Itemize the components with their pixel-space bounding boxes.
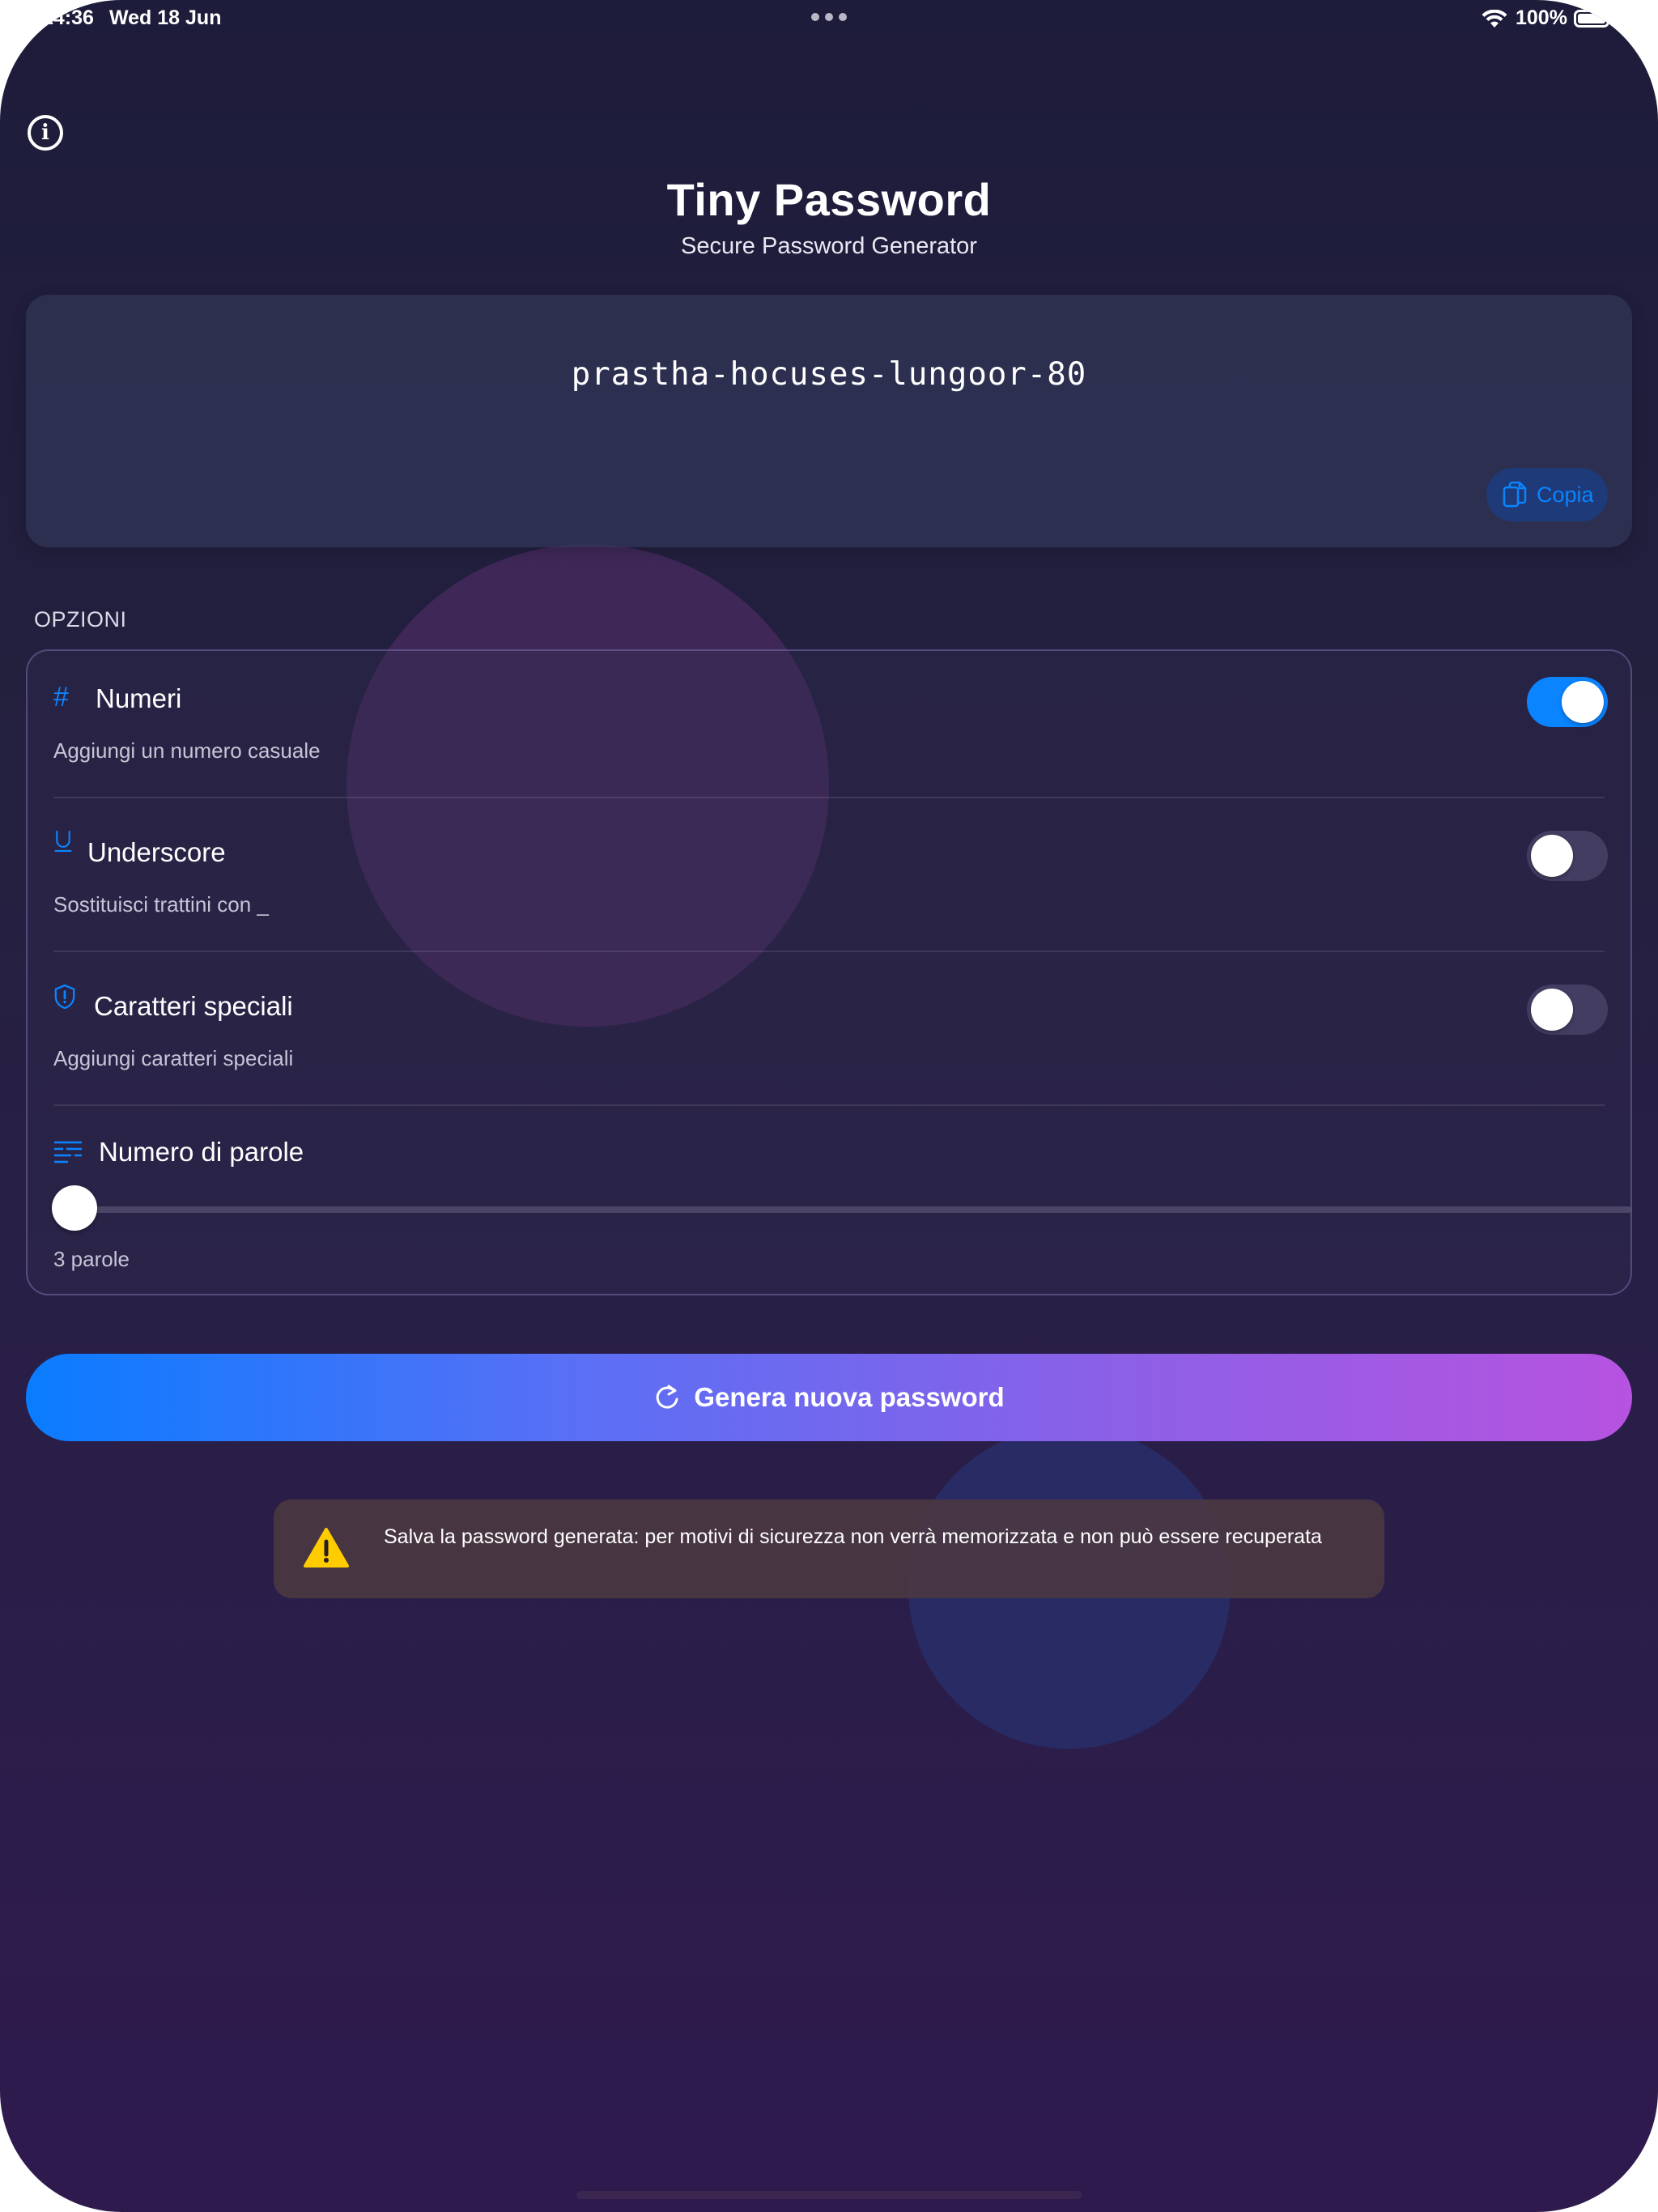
refresh-icon (657, 1385, 678, 1409)
special-chars-toggle[interactable] (1527, 985, 1608, 1035)
wifi-icon (1482, 10, 1507, 28)
home-indicator[interactable] (576, 2191, 1082, 2199)
status-date: Wed 18 Jun (109, 6, 222, 29)
password-card: prastha-hocuses-lungoor-80 Copia (26, 295, 1632, 547)
generated-password[interactable]: prastha-hocuses-lungoor-80 (26, 356, 1632, 393)
numbers-toggle[interactable] (1527, 677, 1608, 727)
warning-triangle-icon (304, 1528, 349, 1568)
hash-icon: # (53, 682, 69, 713)
copy-button[interactable]: Copia (1486, 468, 1608, 521)
toggle-knob (1531, 989, 1573, 1031)
generate-password-button[interactable]: Genera nuova password (26, 1354, 1632, 1441)
option-row-special-chars: Caratteri speciali Aggiungi caratteri sp… (28, 959, 1630, 1112)
divider (53, 1104, 1605, 1106)
option-title-special-chars: Caratteri speciali (94, 991, 293, 1021)
word-count-value: 3 parole (53, 1247, 130, 1271)
info-icon: i (41, 121, 49, 145)
toggle-knob (1531, 835, 1573, 877)
option-desc-special-chars: Aggiungi caratteri speciali (53, 1046, 294, 1070)
word-count-slider-track[interactable] (78, 1206, 1632, 1213)
divider (53, 951, 1605, 952)
copy-button-label: Copia (1537, 483, 1594, 507)
multitasking-dots-icon[interactable] (811, 13, 847, 21)
word-count-slider-thumb[interactable] (52, 1185, 97, 1231)
option-title-numbers: Numeri (96, 683, 182, 713)
underscore-toggle[interactable] (1527, 831, 1608, 881)
status-time: 14:36 (42, 6, 94, 29)
options-card: # Numeri Aggiungi un numero casuale Unde… (26, 649, 1632, 1295)
battery-percentage: 100% (1516, 6, 1567, 29)
app-title: Tiny Password (666, 174, 992, 225)
battery-icon (1574, 10, 1609, 28)
option-row-underscore: Underscore Sostituisci trattini con _ (28, 805, 1630, 959)
warning-banner: Salva la password generata: per motivi d… (274, 1499, 1384, 1598)
underline-icon (54, 831, 72, 853)
status-bar: 14:36 Wed 18 Jun 100% (0, 0, 1658, 40)
option-title-underscore: Underscore (87, 837, 226, 867)
warning-text: Salva la password generata: per motivi d… (384, 1525, 1322, 1548)
app-subtitle: Secure Password Generator (681, 233, 977, 259)
option-title-word-count: Numero di parole (99, 1137, 304, 1167)
options-section-header: OPZIONI (34, 607, 127, 632)
copy-clipboard-icon (1503, 481, 1527, 508)
shield-exclamation-icon (54, 984, 75, 1010)
text-lines-icon (54, 1141, 82, 1163)
option-row-numbers: # Numeri Aggiungi un numero casuale (28, 651, 1630, 805)
option-desc-numbers: Aggiungi un numero casuale (53, 738, 321, 763)
divider (53, 797, 1605, 798)
option-desc-underscore: Sostituisci trattini con _ (53, 892, 269, 917)
app-screen: 14:36 Wed 18 Jun 100% i Tiny Password Se… (0, 0, 1658, 2212)
toggle-knob (1562, 681, 1604, 723)
info-button[interactable]: i (28, 115, 63, 151)
generate-button-label: Genera nuova password (694, 1382, 1005, 1412)
battery-tip (1611, 15, 1614, 23)
